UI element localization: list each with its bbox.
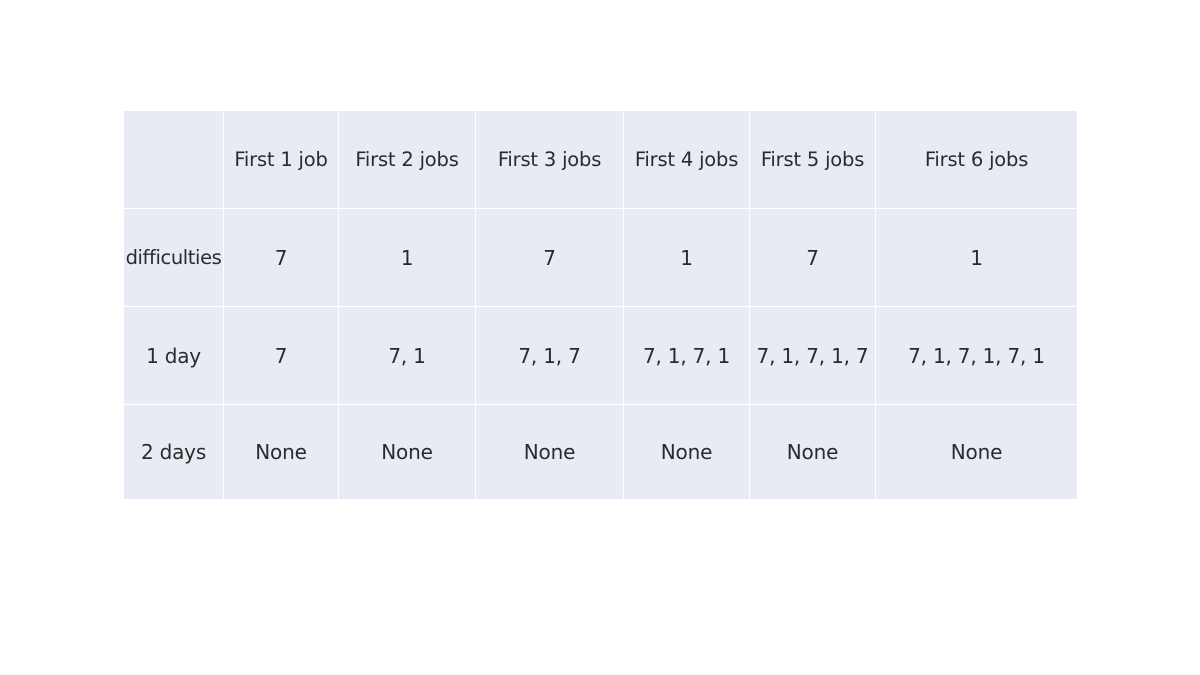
table-cell: None	[876, 405, 1077, 499]
column-header-first-2-jobs: First 2 jobs	[339, 111, 475, 208]
table-cell: None	[624, 405, 749, 499]
table-cell: 7	[224, 209, 338, 306]
table-cell: 7, 1, 7, 1, 7	[750, 307, 875, 404]
table-cell: None	[224, 405, 338, 499]
row-label-2-days: 2 days	[124, 405, 223, 499]
table-cell: 7, 1, 7, 1, 7, 1	[876, 307, 1077, 404]
column-header-first-1-job: First 1 job	[224, 111, 338, 208]
table-cell: 7	[750, 209, 875, 306]
table-cell: 1	[876, 209, 1077, 306]
table-cell: None	[476, 405, 623, 499]
table-cell: 7	[224, 307, 338, 404]
table-cell: 7, 1, 7	[476, 307, 623, 404]
corner-cell	[124, 111, 223, 208]
table-cell: None	[339, 405, 475, 499]
table-cell: None	[750, 405, 875, 499]
table-cell: 7, 1	[339, 307, 475, 404]
column-header-first-5-jobs: First 5 jobs	[750, 111, 875, 208]
row-label-1-day: 1 day	[124, 307, 223, 404]
row-label-difficulties: difficulties	[124, 209, 223, 306]
table-cell: 1	[339, 209, 475, 306]
table-cell: 1	[624, 209, 749, 306]
table-cell: 7	[476, 209, 623, 306]
column-header-first-4-jobs: First 4 jobs	[624, 111, 749, 208]
column-header-first-3-jobs: First 3 jobs	[476, 111, 623, 208]
column-header-first-6-jobs: First 6 jobs	[876, 111, 1077, 208]
dp-table: First 1 job First 2 jobs First 3 jobs Fi…	[124, 111, 1077, 502]
table-cell: 7, 1, 7, 1	[624, 307, 749, 404]
